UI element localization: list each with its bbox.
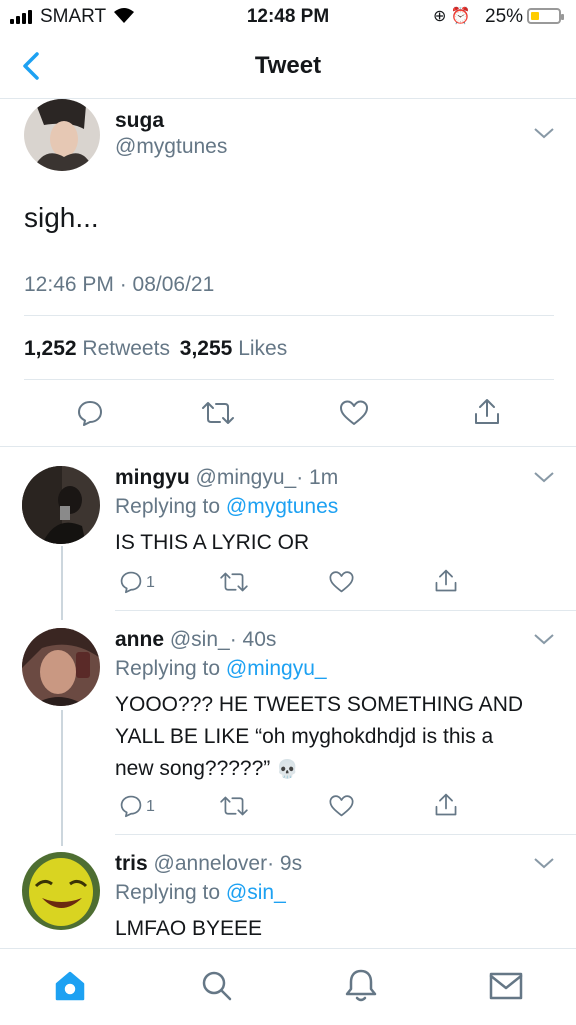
- reply-time: · 1m: [296, 466, 339, 489]
- tab-bar: [0, 948, 576, 1025]
- reply-tweet: mingyu @mingyu_· 1m Replying to @mygtune…: [0, 460, 576, 610]
- replying-to: Replying to @mygtunes: [115, 495, 338, 519]
- reply-author-name[interactable]: anne: [115, 628, 164, 651]
- page-title: Tweet: [254, 52, 322, 79]
- like-icon[interactable]: [328, 570, 355, 594]
- divider: [24, 379, 554, 380]
- likes-label[interactable]: Likes: [238, 337, 287, 360]
- avatar[interactable]: [22, 852, 100, 930]
- tweet-stats: 1,252 Retweets 3,255 Likes: [24, 337, 287, 361]
- replying-to: Replying to @mingyu_: [115, 657, 327, 681]
- reply-text: IS THIS A LYRIC OR: [115, 531, 310, 554]
- tweet-author-name[interactable]: suga: [115, 109, 164, 133]
- reply-header: mingyu @mingyu_· 1m: [115, 466, 338, 490]
- divider: [115, 834, 576, 835]
- reply-author-name[interactable]: tris: [115, 852, 148, 875]
- share-icon[interactable]: [433, 792, 459, 818]
- replying-to-link[interactable]: @mygtunes: [226, 495, 338, 518]
- retweets-count[interactable]: 1,252: [24, 337, 77, 360]
- messages-icon[interactable]: [488, 971, 524, 1001]
- reply-author-name[interactable]: mingyu: [115, 466, 190, 489]
- reply-count: 1: [146, 574, 155, 591]
- divider: [115, 610, 576, 611]
- replying-to-link[interactable]: @mingyu_: [226, 657, 327, 680]
- avatar[interactable]: [24, 99, 100, 171]
- reply-text: LMFAO BYEEE: [115, 917, 263, 940]
- divider: [0, 446, 576, 447]
- share-icon[interactable]: [472, 397, 502, 427]
- status-bar: SMART 12:48 PM ⊕ ⏰ 25%: [0, 0, 576, 34]
- avatar[interactable]: [22, 466, 100, 544]
- battery-percent: 25%: [485, 6, 524, 27]
- skull-emoji: 💀: [276, 759, 299, 779]
- reply-text: YOOO??? HE TWEETS SOMETHING AND YALL BE …: [115, 689, 565, 785]
- tweet-timestamp: 12:46 PM · 08/06/21: [24, 273, 215, 296]
- share-icon[interactable]: [433, 568, 459, 594]
- reply-icon[interactable]: [118, 794, 144, 818]
- retweet-icon[interactable]: [218, 570, 250, 594]
- reply-tweet: anne @sin_· 40s Replying to @mingyu_ YOO…: [0, 622, 576, 834]
- reply-text-line: YALL BE LIKE “oh myghokdhdjd is this a: [115, 725, 494, 748]
- replying-to-label: Replying to: [115, 657, 221, 680]
- tweet-author-handle[interactable]: @mygtunes: [115, 135, 227, 159]
- retweet-icon[interactable]: [218, 794, 250, 818]
- reply-author-handle[interactable]: @sin_: [170, 628, 230, 651]
- search-icon[interactable]: [200, 969, 234, 1003]
- chevron-down-icon[interactable]: [533, 856, 555, 870]
- avatar[interactable]: [22, 628, 100, 706]
- likes-count[interactable]: 3,255: [180, 337, 233, 360]
- retweet-icon[interactable]: [200, 399, 236, 427]
- reply-tweet: tris @annelover· 9s Replying to @sin_ LM…: [0, 846, 576, 946]
- chevron-down-icon[interactable]: [533, 470, 555, 484]
- replying-to-label: Replying to: [115, 495, 221, 518]
- home-icon[interactable]: [53, 969, 87, 1003]
- like-icon[interactable]: [339, 399, 369, 427]
- reply-count: 1: [146, 798, 155, 815]
- reply-time: · 40s: [229, 628, 277, 651]
- reply-text-line: new song?????”: [115, 757, 271, 780]
- main-tweet: suga @mygtunes sigh... 12:46 PM · 08/06/…: [0, 99, 576, 447]
- orientation-lock-icon: ⊕ ⏰: [433, 8, 471, 25]
- replying-to-link[interactable]: @sin_: [226, 881, 286, 904]
- battery-icon: [527, 8, 564, 24]
- chevron-down-icon[interactable]: [533, 632, 555, 646]
- divider: [24, 315, 554, 316]
- replying-to-label: Replying to: [115, 881, 221, 904]
- reply-header: tris @annelover· 9s: [115, 852, 302, 876]
- reply-icon[interactable]: [118, 570, 144, 594]
- replying-to: Replying to @sin_: [115, 881, 286, 905]
- reply-author-handle[interactable]: @annelover: [154, 852, 268, 875]
- reply-text-line: YOOO??? HE TWEETS SOMETHING AND: [115, 693, 524, 716]
- nav-bar: Tweet: [0, 34, 576, 99]
- notifications-icon[interactable]: [344, 967, 378, 1003]
- reply-icon[interactable]: [76, 399, 104, 427]
- reply-header: anne @sin_· 40s: [115, 628, 276, 652]
- like-icon[interactable]: [328, 794, 355, 818]
- chevron-down-icon[interactable]: [533, 126, 555, 140]
- reply-author-handle[interactable]: @mingyu_: [196, 466, 297, 489]
- tweet-text: sigh...: [24, 202, 99, 233]
- alarm-icon: ⏰: [450, 8, 471, 25]
- retweets-label[interactable]: Retweets: [82, 337, 170, 360]
- reply-time: · 9s: [267, 852, 303, 875]
